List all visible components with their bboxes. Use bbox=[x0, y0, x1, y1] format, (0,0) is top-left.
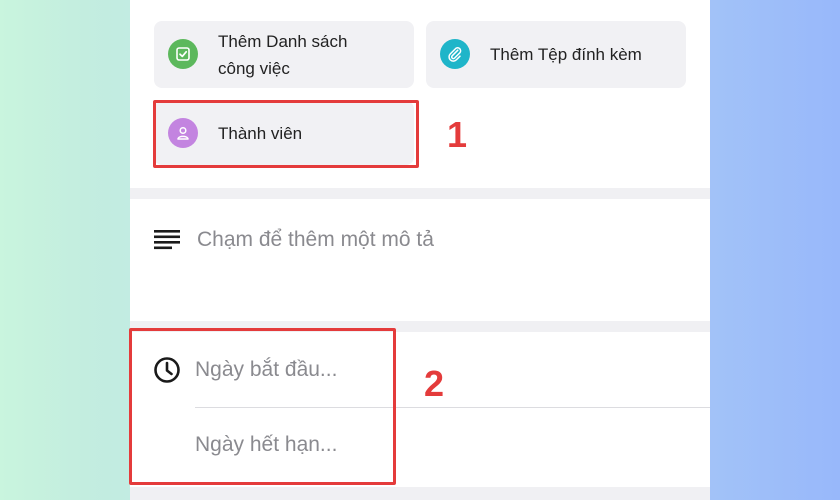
annotation-number-2: 2 bbox=[424, 363, 445, 404]
paperclip-icon bbox=[440, 39, 470, 69]
add-attachment-button[interactable]: Thêm Tệp đính kèm bbox=[426, 21, 686, 88]
description-row[interactable]: Chạm để thêm một mô tả bbox=[130, 199, 710, 321]
add-attachment-label: Thêm Tệp đính kèm bbox=[490, 45, 642, 64]
annotation-box-members bbox=[153, 100, 419, 168]
description-placeholder: Chạm để thêm một mô tả bbox=[197, 228, 434, 251]
annotation-box-dates bbox=[129, 328, 396, 485]
checklist-icon bbox=[168, 39, 198, 69]
add-checklist-label-line2: công việc bbox=[218, 59, 290, 78]
add-checklist-button[interactable]: Thêm Danh sách công việc bbox=[154, 21, 414, 88]
annotation-number-1: 1 bbox=[447, 114, 468, 155]
section-separator bbox=[130, 487, 710, 500]
text-lines-icon bbox=[154, 230, 180, 250]
section-separator bbox=[130, 188, 710, 199]
add-checklist-label-line1: Thêm Danh sách bbox=[218, 32, 348, 51]
